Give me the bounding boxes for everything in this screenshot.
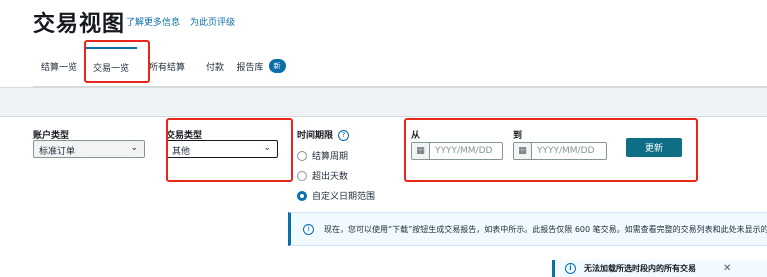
info-icon: i: [565, 263, 576, 274]
highlight-box-transaction-type: [166, 118, 293, 182]
help-icon[interactable]: ?: [338, 130, 350, 141]
page-title: 交易视图: [33, 12, 126, 37]
info-icon: i: [303, 223, 314, 235]
radio-circle: [297, 150, 307, 161]
radio-label: 结算周期: [312, 152, 349, 162]
new-badge: 新: [268, 59, 286, 73]
radio-custom-range[interactable]: 自定义日期范围: [297, 189, 375, 202]
tab-report-library[interactable]: 报告库新: [231, 47, 291, 85]
highlight-box-tab: [84, 40, 150, 83]
tab-label: 付款: [205, 62, 224, 73]
radio-days-past[interactable]: 超出天数: [297, 169, 348, 182]
tab-payments[interactable]: 付款: [195, 47, 235, 85]
tab-settlement-overview[interactable]: 结算一览: [33, 47, 85, 85]
filter-band: [0, 87, 767, 117]
info-banner: i 现在，您可以使用“下载”按钮生成交易报告，如表中所示。此报告仅限 600 笔…: [288, 212, 767, 246]
tab-label: 报告库: [236, 62, 264, 73]
learn-more-link[interactable]: 了解更多信息: [126, 15, 180, 28]
tab-label: 所有结算: [148, 62, 185, 73]
close-icon[interactable]: ✕: [723, 263, 731, 274]
time-period-label-text: 时间期限: [297, 131, 334, 141]
tab-label: 结算一览: [40, 62, 77, 73]
time-period-label: 时间期限?: [297, 128, 350, 141]
radio-label: 自定义日期范围: [312, 192, 376, 202]
notice-text: 无法加载所选时段内的所有交易: [584, 264, 696, 273]
account-type-select[interactable]: 标准订单 ⌄: [33, 140, 145, 158]
account-type-value: 标准订单: [39, 147, 76, 157]
highlight-box-date-range: [404, 118, 698, 182]
radio-circle-selected: [297, 190, 307, 201]
radio-label: 超出天数: [312, 172, 349, 182]
notice-banner: i 无法加载所选时段内的所有交易: [552, 260, 767, 277]
radio-circle: [297, 170, 307, 181]
radio-settlement-period[interactable]: 结算周期: [297, 149, 348, 162]
info-banner-text: 现在，您可以使用“下载”按钮生成交易报告，如表中所示。此报告仅限 600 笔交易…: [324, 224, 767, 234]
rate-page-link[interactable]: 为此页评级: [190, 15, 235, 28]
caret-down-icon: ⌄: [130, 143, 138, 153]
